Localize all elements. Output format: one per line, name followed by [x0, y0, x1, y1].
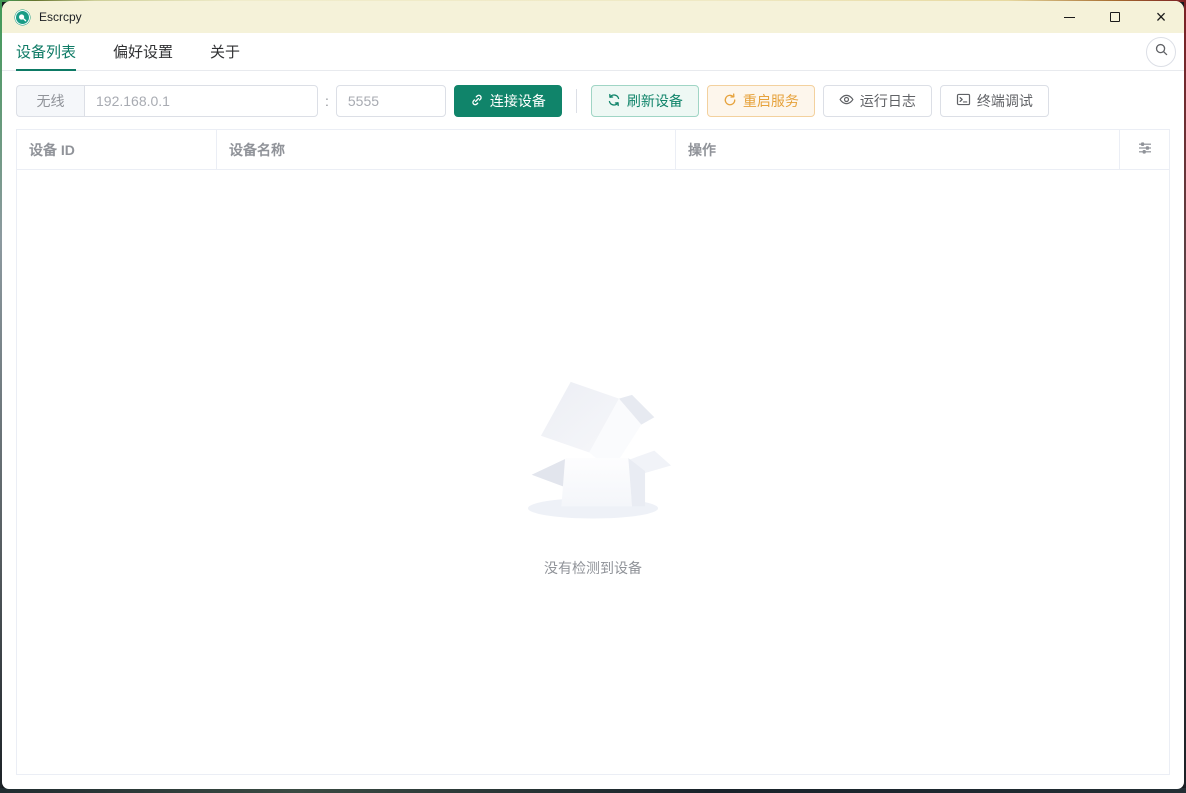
port-separator: : — [325, 93, 329, 109]
run-logs-label: 运行日志 — [859, 93, 916, 109]
wireless-label: 无线 — [16, 85, 84, 117]
close-icon: × — [1155, 7, 1167, 27]
close-button[interactable]: × — [1138, 1, 1184, 33]
column-device-id: 设备 ID — [17, 130, 217, 169]
minimize-button[interactable] — [1046, 1, 1092, 33]
minimize-icon — [1063, 16, 1075, 18]
tab-preferences[interactable]: 偏好设置 — [113, 33, 173, 70]
restart-service-button[interactable]: 重启服务 — [706, 85, 815, 117]
search-button[interactable] — [1146, 37, 1176, 67]
toolbar-divider — [575, 89, 577, 113]
table-header: 设备 ID 设备名称 操作 — [17, 130, 1169, 170]
link-icon — [470, 93, 484, 110]
tab-bar: 设备列表 偏好设置 关于 — [2, 33, 1184, 71]
window-title: Escrcpy — [39, 10, 82, 24]
tab-label: 设备列表 — [16, 44, 77, 61]
refresh-devices-button[interactable]: 刷新设备 — [590, 85, 699, 117]
column-settings-button[interactable] — [1120, 130, 1169, 169]
run-logs-button[interactable]: 运行日志 — [822, 85, 932, 117]
restart-icon — [723, 92, 737, 110]
refresh-icon — [607, 93, 621, 110]
maximize-icon — [1110, 12, 1120, 22]
wireless-address-group: 无线 — [16, 85, 318, 117]
connect-device-button[interactable]: 连接设备 — [453, 85, 562, 117]
app-window: Escrcpy × 设备列表 偏好设置 关于 无线 : — [2, 1, 1184, 789]
main-content: 设备 ID 设备名称 操作 没有检测到设备 — [2, 129, 1184, 789]
eye-icon — [839, 92, 854, 110]
search-icon — [1154, 42, 1169, 62]
titlebar: Escrcpy × — [2, 1, 1184, 33]
empty-box-illustration — [509, 367, 677, 530]
column-device-name: 设备名称 — [217, 130, 676, 169]
terminal-debug-label: 终端调试 — [976, 93, 1033, 109]
tab-about[interactable]: 关于 — [210, 33, 240, 70]
connection-toolbar: 无线 : 连接设备 — [2, 71, 1184, 129]
app-logo-icon — [14, 9, 31, 26]
tab-label: 关于 — [210, 44, 241, 61]
window-controls: × — [1046, 1, 1184, 33]
empty-state-text: 没有检测到设备 — [544, 559, 642, 576]
restart-service-label: 重启服务 — [742, 93, 799, 109]
terminal-debug-button[interactable]: 终端调试 — [939, 85, 1049, 117]
table-body-empty-state: 没有检测到设备 — [17, 170, 1169, 774]
tab-device-list[interactable]: 设备列表 — [16, 33, 77, 71]
device-table: 设备 ID 设备名称 操作 没有检测到设备 — [16, 129, 1170, 775]
tab-label: 偏好设置 — [113, 44, 174, 61]
sliders-icon — [1137, 140, 1153, 159]
port-input[interactable] — [335, 85, 446, 117]
column-actions: 操作 — [676, 130, 1120, 169]
terminal-icon — [956, 92, 971, 110]
connect-device-label: 连接设备 — [489, 93, 546, 109]
ip-address-input[interactable] — [84, 85, 318, 117]
refresh-devices-label: 刷新设备 — [626, 93, 683, 109]
maximize-button[interactable] — [1092, 1, 1138, 33]
